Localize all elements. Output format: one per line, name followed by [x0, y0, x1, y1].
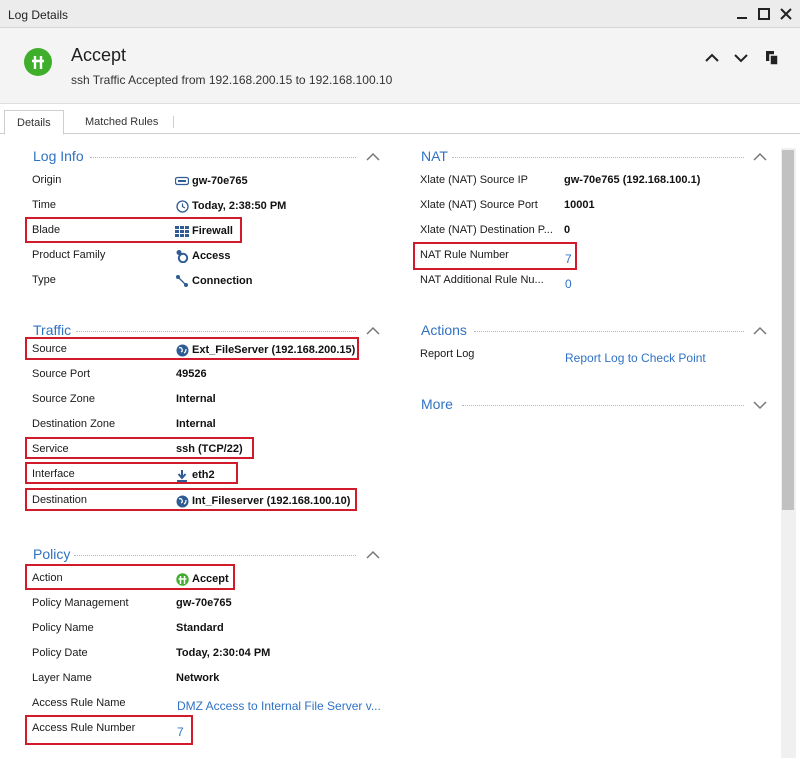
- highlight-box-source: [25, 337, 359, 360]
- section-divider: [90, 157, 356, 158]
- highlight-box-action: [25, 564, 235, 590]
- section-title-log-info: Log Info: [33, 148, 84, 164]
- field-value: Standard: [176, 622, 224, 634]
- field-value: Today, 2:30:04 PM: [176, 647, 271, 659]
- field-label: Report Log: [420, 348, 475, 360]
- field-value: Connection: [175, 274, 253, 288]
- field-label: Xlate (NAT) Destination P...: [420, 224, 553, 236]
- close-icon[interactable]: [778, 6, 794, 22]
- scrollbar-thumb[interactable]: [782, 150, 794, 510]
- log-header: Accept ssh Traffic Accepted from 192.168…: [0, 28, 800, 104]
- field-label: Source Port: [32, 368, 91, 380]
- section-divider: [462, 405, 744, 406]
- field-label: Xlate (NAT) Source IP: [420, 174, 528, 186]
- collapse-chevron-icon[interactable]: [753, 326, 767, 336]
- section-title-actions: Actions: [421, 322, 467, 338]
- chevron-up-icon[interactable]: [702, 48, 722, 68]
- field-label: Policy Management: [32, 597, 129, 609]
- report-log-link[interactable]: Report Log to Check Point: [565, 351, 706, 365]
- connection-icon: [175, 274, 189, 288]
- tab-matched-rules[interactable]: Matched Rules: [73, 110, 170, 135]
- field-value: 10001: [564, 199, 595, 211]
- highlight-box-access-rule-number: [25, 715, 193, 745]
- access-rule-name-link[interactable]: DMZ Access to Internal File Server v...: [177, 699, 381, 713]
- field-label: Origin: [32, 174, 62, 186]
- field-label: Layer Name: [32, 672, 92, 684]
- tab-separator: [173, 116, 174, 128]
- details-panel: Log Info Origin gw-70e765 Time Today, 2:…: [0, 135, 800, 765]
- highlight-box-nat-rule-number: [413, 242, 577, 270]
- field-label: Policy Name: [32, 622, 94, 634]
- window-title: Log Details: [8, 8, 69, 22]
- highlight-box-interface: [25, 462, 238, 484]
- tab-details[interactable]: Details: [4, 110, 64, 135]
- field-label: Time: [32, 199, 57, 211]
- field-label: Product Family: [32, 249, 106, 261]
- section-divider: [76, 331, 356, 332]
- chevron-down-icon[interactable]: [731, 48, 751, 68]
- nat-additional-rule-link[interactable]: 0: [565, 277, 572, 291]
- section-title-traffic: Traffic: [33, 322, 72, 338]
- field-label: Policy Date: [32, 647, 88, 659]
- field-value: Internal: [176, 393, 216, 405]
- accept-icon: [24, 48, 52, 76]
- highlight-box-blade: [25, 217, 242, 243]
- section-title-more: More: [421, 396, 453, 412]
- field-label: Access Rule Name: [32, 697, 126, 709]
- tab-bar: Details Matched Rules: [0, 108, 800, 135]
- gateway-icon: [175, 174, 189, 188]
- field-value: Today, 2:38:50 PM: [175, 199, 286, 213]
- collapse-chevron-icon[interactable]: [366, 326, 380, 336]
- section-title-policy: Policy: [33, 546, 71, 562]
- field-label: Source Zone: [32, 393, 95, 405]
- section-divider: [74, 555, 356, 556]
- field-value: 49526: [176, 368, 207, 380]
- section-divider: [452, 157, 744, 158]
- title-bar: Log Details: [0, 0, 800, 28]
- expand-chevron-icon[interactable]: [753, 400, 767, 410]
- collapse-chevron-icon[interactable]: [366, 152, 380, 162]
- log-subtitle: ssh Traffic Accepted from 192.168.200.15…: [71, 73, 393, 87]
- highlight-box-service: [25, 437, 254, 459]
- highlight-box-destination: [25, 488, 357, 511]
- field-value: gw-70e765 (192.168.100.1): [564, 174, 701, 186]
- collapse-chevron-icon[interactable]: [753, 152, 767, 162]
- field-value: Internal: [176, 418, 216, 430]
- field-value: Access: [175, 249, 231, 263]
- log-title: Accept: [71, 45, 127, 65]
- section-title-nat: NAT: [421, 148, 448, 164]
- section-divider: [474, 331, 744, 332]
- clock-icon: [175, 199, 189, 213]
- field-value: gw-70e765: [176, 597, 232, 609]
- collapse-chevron-icon[interactable]: [366, 550, 380, 560]
- field-value: gw-70e765: [175, 174, 248, 188]
- access-icon: [175, 249, 189, 263]
- copy-icon[interactable]: [762, 48, 782, 68]
- field-label: Destination Zone: [32, 418, 116, 430]
- minimize-icon[interactable]: [734, 6, 750, 22]
- field-label: Xlate (NAT) Source Port: [420, 199, 538, 211]
- maximize-icon[interactable]: [756, 6, 772, 22]
- field-label: NAT Additional Rule Nu...: [420, 274, 544, 286]
- field-value: 0: [564, 224, 571, 236]
- field-label: Type: [32, 274, 56, 286]
- field-value: Network: [176, 672, 220, 684]
